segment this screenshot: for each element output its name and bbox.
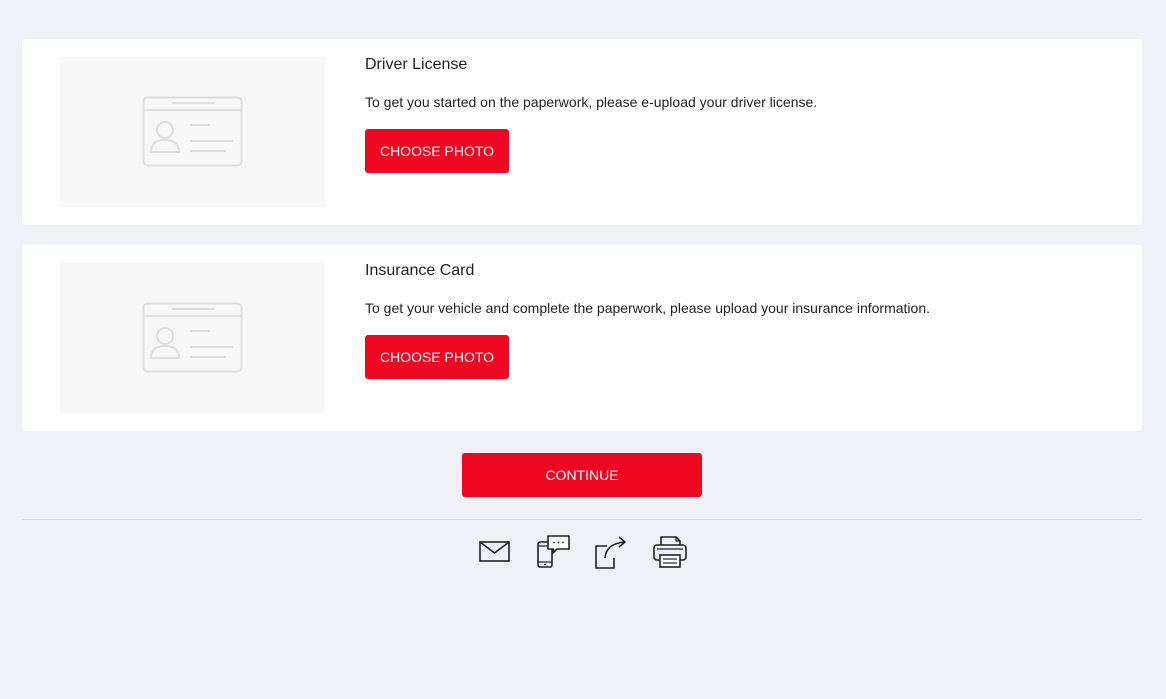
share-icon[interactable] bbox=[593, 534, 629, 570]
insurance-card-description: To get your vehicle and complete the pap… bbox=[365, 300, 930, 316]
insurance-card-title: Insurance Card bbox=[365, 262, 475, 279]
insurance-card-choose-photo-button[interactable]: CHOOSE PHOTO bbox=[365, 335, 509, 379]
insurance-card-card: Insurance Card To get your vehicle and c… bbox=[22, 245, 1142, 431]
insurance-card-placeholder-image bbox=[60, 263, 325, 413]
driver-license-description: To get you started on the paperwork, ple… bbox=[365, 94, 818, 110]
id-card-icon bbox=[142, 96, 243, 167]
id-card-icon bbox=[142, 302, 243, 373]
continue-button[interactable]: CONTINUE bbox=[462, 453, 702, 497]
driver-license-card: Driver License To get you started on the… bbox=[22, 39, 1142, 225]
driver-license-choose-photo-button[interactable]: CHOOSE PHOTO bbox=[365, 129, 509, 173]
text-message-icon[interactable] bbox=[535, 534, 571, 570]
driver-license-placeholder-image bbox=[60, 57, 325, 207]
print-icon[interactable] bbox=[652, 534, 688, 570]
driver-license-title: Driver License bbox=[365, 56, 468, 73]
email-icon[interactable] bbox=[477, 534, 513, 570]
footer-divider bbox=[22, 519, 1142, 520]
